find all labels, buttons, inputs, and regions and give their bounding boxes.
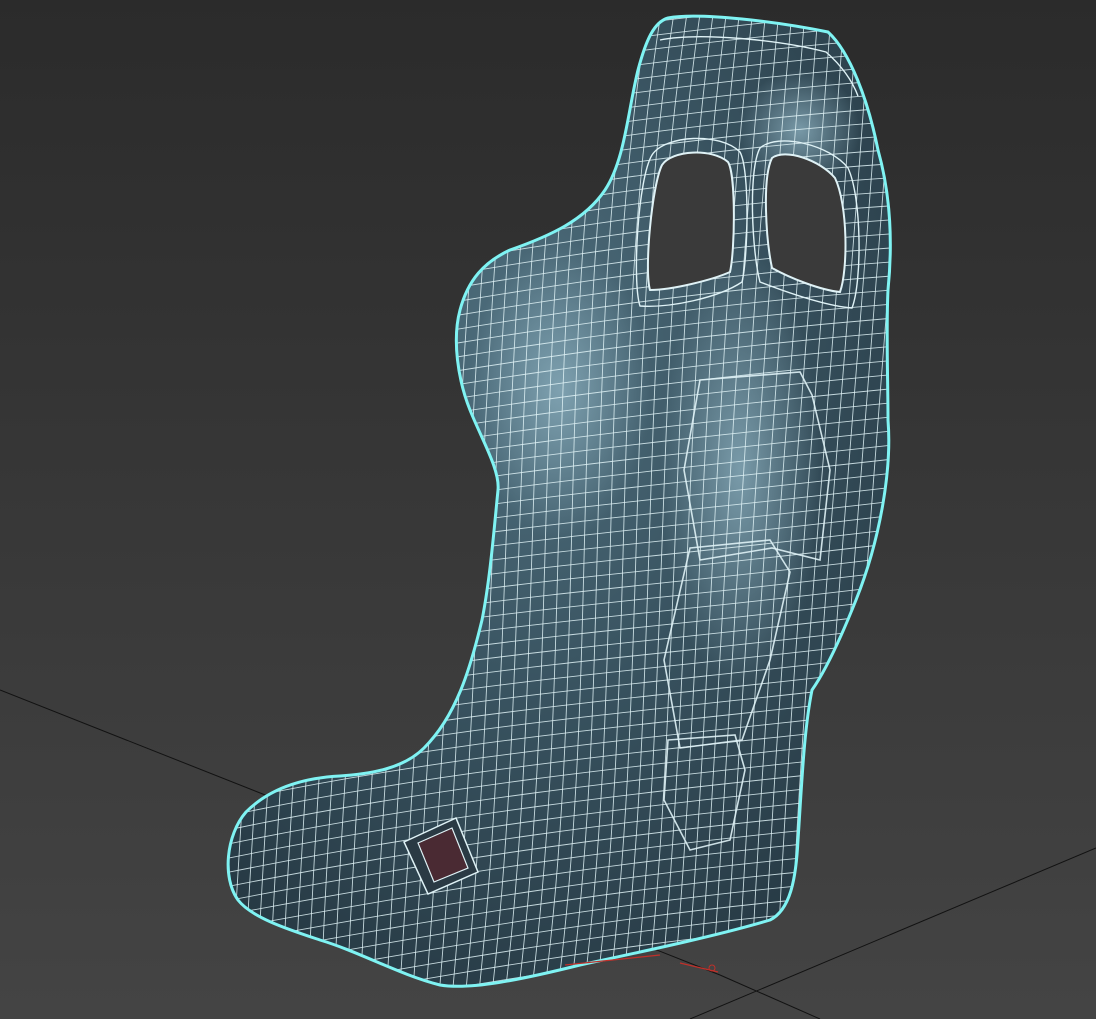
- viewport-canvas[interactable]: [0, 0, 1096, 1019]
- headrest-belt-hole-left: [646, 151, 735, 292]
- 3d-viewport[interactable]: [0, 0, 1096, 1019]
- headrest-belt-hole-right: [764, 153, 847, 294]
